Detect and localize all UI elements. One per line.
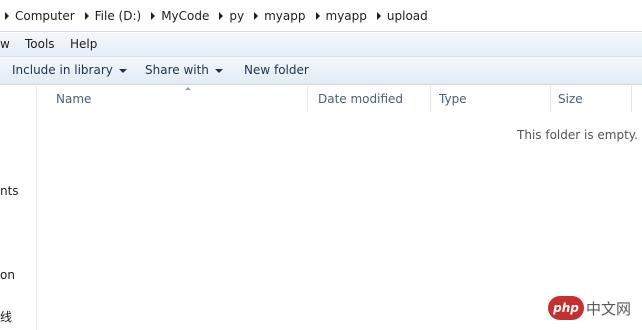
- share-with-label: Share with: [145, 63, 209, 77]
- breadcrumb-myapp-inner[interactable]: myapp: [325, 8, 372, 24]
- new-folder-button[interactable]: New folder: [244, 63, 309, 78]
- column-header-type[interactable]: Type: [429, 86, 551, 112]
- watermark-text: 中文网: [586, 300, 632, 318]
- chevron-right-icon[interactable]: [372, 8, 386, 24]
- nav-item-documents[interactable]: nts: [0, 184, 19, 198]
- chevron-right-icon[interactable]: [146, 8, 160, 24]
- nav-item-location[interactable]: on: [0, 268, 15, 282]
- breadcrumb-py[interactable]: py: [228, 8, 249, 24]
- chevron-right-icon[interactable]: [249, 8, 263, 24]
- column-name-label: Name: [56, 92, 92, 106]
- breadcrumb-computer[interactable]: Computer: [14, 8, 80, 24]
- address-bar[interactable]: Computer File (D:) MyCode py myapp myapp…: [0, 0, 642, 32]
- sort-ascending-icon: [185, 87, 191, 90]
- menu-help[interactable]: Help: [70, 37, 97, 52]
- chevron-right-icon[interactable]: [214, 8, 228, 24]
- breadcrumb: Computer File (D:) MyCode py myapp myapp…: [0, 8, 433, 24]
- empty-folder-message: This folder is empty.: [517, 128, 638, 142]
- new-folder-label: New folder: [244, 63, 309, 77]
- chevron-down-icon: [118, 68, 127, 73]
- column-header-name[interactable]: Name: [46, 86, 308, 112]
- nav-item-network[interactable]: 线: [0, 308, 12, 325]
- column-header-size[interactable]: Size: [548, 86, 632, 112]
- column-type-label: Type: [439, 92, 467, 106]
- php-logo: php: [548, 296, 584, 320]
- breadcrumb-upload[interactable]: upload: [386, 8, 433, 24]
- breadcrumb-mycode[interactable]: MyCode: [160, 8, 214, 24]
- column-headers: Name Date modified Type Size: [38, 86, 642, 112]
- file-list[interactable]: Name Date modified Type Size This folder…: [38, 86, 642, 330]
- navigation-pane[interactable]: nts on 线: [0, 86, 37, 330]
- menu-tools[interactable]: Tools: [25, 37, 55, 52]
- chevron-right-icon[interactable]: [311, 8, 325, 24]
- menu-bar: w Tools Help: [0, 33, 642, 57]
- chevron-right-icon[interactable]: [0, 8, 14, 24]
- share-with-button[interactable]: Share with: [145, 63, 223, 78]
- breadcrumb-myapp[interactable]: myapp: [263, 8, 310, 24]
- column-size-label: Size: [558, 92, 583, 106]
- column-date-label: Date modified: [318, 92, 404, 106]
- chevron-right-icon[interactable]: [80, 8, 94, 24]
- include-in-library-button[interactable]: Include in library: [12, 63, 127, 78]
- include-in-library-label: Include in library: [12, 63, 113, 77]
- command-bar: Include in library Share with New folder: [0, 57, 642, 85]
- menu-view[interactable]: w: [0, 37, 10, 52]
- php-cn-watermark: php 中文网: [548, 296, 638, 324]
- chevron-down-icon: [214, 68, 223, 73]
- breadcrumb-drive[interactable]: File (D:): [94, 8, 147, 24]
- column-header-date-modified[interactable]: Date modified: [308, 86, 431, 112]
